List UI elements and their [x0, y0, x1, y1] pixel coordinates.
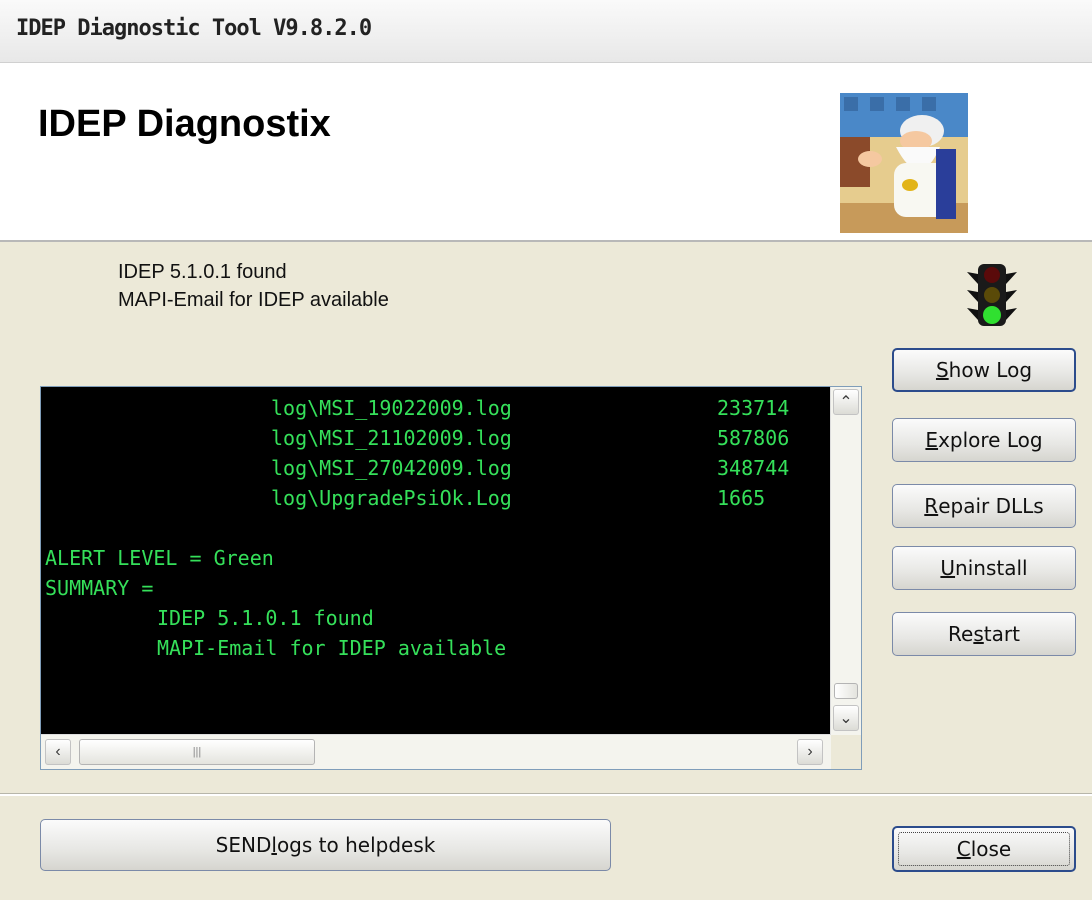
log-file-size-1: 233714	[717, 396, 790, 420]
send-logs-label: ogs to helpdesk	[276, 833, 436, 857]
scroll-corner	[831, 735, 861, 769]
console-output: log\MSI_19022009.log 233714 log\MSI_2110…	[41, 387, 831, 735]
vertical-scrollbar[interactable]: ⌃ ⌄	[830, 387, 861, 735]
close-hotkey: C	[956, 837, 971, 861]
restart-hotkey: s	[973, 622, 984, 646]
horizontal-scrollbar[interactable]: ‹ ||| ›	[41, 734, 831, 769]
summary-item-2: MAPI-Email for IDEP available	[157, 636, 507, 660]
mascot-logo-image	[840, 93, 968, 233]
log-file-name-2: log\MSI_21102009.log	[271, 426, 512, 450]
horizontal-scroll-thumb[interactable]: |||	[79, 739, 315, 765]
explore-log-label: xplore Log	[938, 428, 1043, 452]
header-banner: IDEP Diagnostix	[0, 63, 1092, 242]
show-log-button[interactable]: Show Log	[892, 348, 1076, 392]
log-file-name-3: log\MSI_27042009.log	[271, 456, 512, 480]
scroll-up-arrow-icon[interactable]: ⌃	[833, 389, 859, 415]
diagnostic-window: IDEP Diagnostic Tool V9.8.2.0 IDEP Diagn…	[0, 0, 1092, 900]
restart-label: tart	[983, 622, 1020, 646]
log-file-size-2: 587806	[717, 426, 790, 450]
window-title: IDEP Diagnostic Tool V9.8.2.0	[16, 16, 372, 41]
alert-level-line: ALERT LEVEL = Green	[45, 546, 274, 570]
scroll-left-arrow-icon[interactable]: ‹	[45, 739, 71, 765]
log-file-size-3: 348744	[717, 456, 790, 480]
close-button[interactable]: Close	[892, 826, 1076, 872]
status-summary: IDEP 5.1.0.1 found MAPI-Email for IDEP a…	[118, 258, 389, 314]
restart-label-pre: Re	[948, 622, 974, 646]
repair-dlls-button[interactable]: Repair DLLs	[892, 484, 1076, 528]
status-line-1: IDEP 5.1.0.1 found	[118, 261, 287, 283]
repair-dlls-label: epair DLLs	[938, 494, 1044, 518]
uninstall-hotkey: U	[940, 556, 956, 580]
repair-dlls-hotkey: R	[924, 494, 939, 518]
send-logs-label-pre: SEND	[215, 833, 272, 857]
explore-log-hotkey: E	[925, 428, 939, 452]
show-log-hotkey: S	[935, 358, 949, 382]
title-bar[interactable]: IDEP Diagnostic Tool V9.8.2.0	[0, 0, 1092, 63]
status-line-2: MAPI-Email for IDEP available	[118, 289, 389, 311]
scroll-right-arrow-icon[interactable]: ›	[797, 739, 823, 765]
restart-button[interactable]: Re s tart	[892, 612, 1076, 656]
app-title: IDEP Diagnostix	[38, 103, 331, 145]
summary-item-1: IDEP 5.1.0.1 found	[157, 606, 374, 630]
log-console[interactable]: log\MSI_19022009.log 233714 log\MSI_2110…	[40, 386, 862, 770]
log-file-name-1: log\MSI_19022009.log	[271, 396, 512, 420]
uninstall-label: ninstall	[955, 556, 1028, 580]
show-log-label: how Log	[948, 358, 1033, 382]
explore-log-button[interactable]: Explore Log	[892, 418, 1076, 462]
summary-label: SUMMARY =	[45, 576, 154, 600]
traffic-light-icon	[963, 262, 1021, 328]
log-file-name-4: log\UpgradePsiOk.Log	[271, 486, 512, 510]
vertical-scroll-thumb[interactable]	[834, 683, 858, 699]
uninstall-button[interactable]: Uninstall	[892, 546, 1076, 590]
scroll-down-arrow-icon[interactable]: ⌄	[833, 705, 859, 731]
close-label: lose	[970, 837, 1012, 861]
footer-divider	[0, 793, 1092, 796]
send-logs-button[interactable]: SEND l ogs to helpdesk	[40, 819, 611, 871]
log-file-size-4: 1665	[717, 486, 766, 510]
